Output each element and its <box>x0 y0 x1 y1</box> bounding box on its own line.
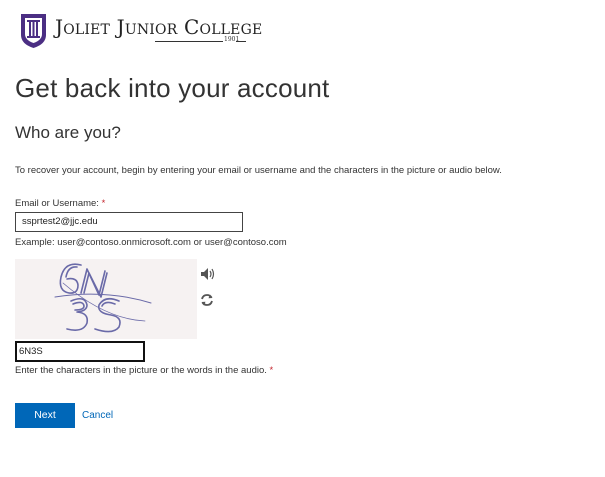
captcha-hint: Enter the characters in the picture or t… <box>15 364 273 377</box>
captcha-image <box>15 259 197 339</box>
speaker-icon[interactable] <box>198 266 216 282</box>
refresh-icon[interactable] <box>198 292 216 308</box>
section-title: Who are you? <box>15 123 121 142</box>
captcha-hint-text: Enter the characters in the picture or t… <box>15 365 267 376</box>
required-marker: * <box>101 198 106 209</box>
college-shield-icon <box>20 13 47 49</box>
email-example-text: Example: user@contoso.onmicrosoft.com or… <box>15 237 287 248</box>
email-label-text: Email or Username: <box>15 198 99 209</box>
page-title: Get back into your account <box>15 73 330 103</box>
instructions-text: To recover your account, begin by enteri… <box>15 165 502 176</box>
captcha-input[interactable]: 6N3S <box>15 341 145 362</box>
email-input[interactable]: ssprtest2@jjc.edu <box>15 212 243 232</box>
next-button[interactable]: Next <box>15 403 75 428</box>
email-label: Email or Username: * <box>15 197 105 210</box>
cancel-link[interactable]: Cancel <box>82 409 113 422</box>
required-marker: * <box>269 365 274 376</box>
logo-divider-left <box>155 41 223 42</box>
logo-divider-right <box>236 41 246 42</box>
